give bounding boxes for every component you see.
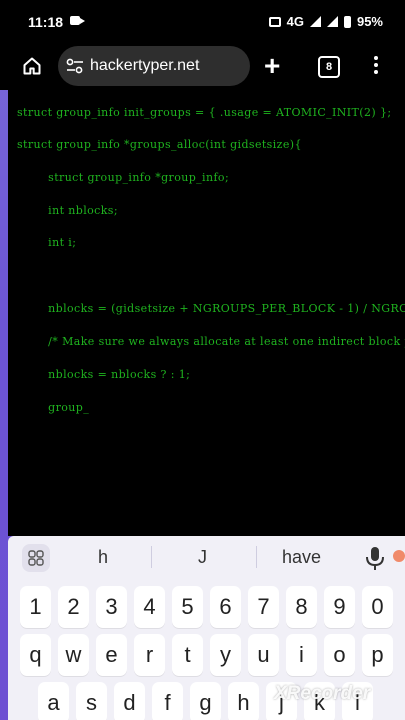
plus-icon[interactable]: + [264,52,280,80]
key-a[interactable]: a [38,682,69,720]
key-7[interactable]: 7 [248,586,279,628]
code-line: struct group_info init_groups = { .usage… [17,106,392,119]
status-time: 11:18 [28,14,64,30]
suggestion-item[interactable]: J [198,547,207,568]
status-right: 4G 95% [268,14,383,29]
key-g[interactable]: g [190,682,221,720]
code-line: nblocks = nblocks ? : 1; [17,368,191,381]
key-9[interactable]: 9 [324,586,355,628]
key-o[interactable]: o [324,634,355,676]
key-y[interactable]: y [210,634,241,676]
phone-screen: 11:18 4G 95% hackertyper.net + 8 struct … [0,0,405,720]
key-s[interactable]: s [76,682,107,720]
code-line: struct group_info *groups_alloc(int gids… [17,138,302,151]
key-t[interactable]: t [172,634,203,676]
key-8[interactable]: 8 [286,586,317,628]
suggestion-strip: h J have [8,536,405,578]
home-icon[interactable] [22,56,42,76]
url-text: hackertyper.net [90,57,200,74]
key-d[interactable]: d [114,682,145,720]
key-6[interactable]: 6 [210,586,241,628]
key-u[interactable]: u [248,634,279,676]
browser-toolbar: hackertyper.net + 8 [0,44,405,90]
video-camera-icon [70,16,85,25]
key-w[interactable]: w [58,634,89,676]
tab-switcher-button[interactable]: 8 [318,56,340,78]
key-e[interactable]: e [96,634,127,676]
code-line: /* Make sure we always allocate at least… [48,335,405,348]
signal-icon [309,16,321,27]
code-line: struct group_info *group_info; [17,171,230,184]
key-3[interactable]: 3 [96,586,127,628]
key-q[interactable]: q [20,634,51,676]
code-line: int nblocks; [17,204,118,217]
divider [151,546,152,568]
key-h[interactable]: h [228,682,259,720]
cast-icon [268,16,281,27]
code-line: nblocks = (gidsetsize + NGROUPS_PER_BLOC… [48,302,405,315]
battery-level: 95% [356,14,383,29]
key-0[interactable]: 0 [362,586,393,628]
key-f[interactable]: f [152,682,183,720]
suggestion-item[interactable]: have [282,547,321,568]
recorder-watermark: XRecorder [274,683,371,704]
status-bar: 11:18 4G 95% [0,0,405,44]
more-vert-icon[interactable] [374,56,378,76]
recording-indicator-icon [393,550,405,562]
key-4[interactable]: 4 [134,586,165,628]
tune-icon[interactable] [66,58,84,74]
suggestion-item[interactable]: h [98,547,108,568]
code-line: group_ [17,401,90,414]
apps-grid-icon[interactable] [22,544,50,572]
network-type: 4G [286,14,304,29]
key-r[interactable]: r [134,634,165,676]
address-bar[interactable]: hackertyper.net [58,46,250,86]
key-i[interactable]: i [286,634,317,676]
key-5[interactable]: 5 [172,586,203,628]
code-line: int i; [17,236,77,249]
key-2[interactable]: 2 [58,586,89,628]
key-1[interactable]: 1 [20,586,51,628]
divider [256,546,257,568]
key-p[interactable]: p [362,634,393,676]
hacker-typer-terminal[interactable]: struct group_info init_groups = { .usage… [8,90,405,536]
battery-icon [343,15,351,28]
microphone-icon[interactable] [362,544,388,572]
signal-icon-2 [326,16,338,27]
